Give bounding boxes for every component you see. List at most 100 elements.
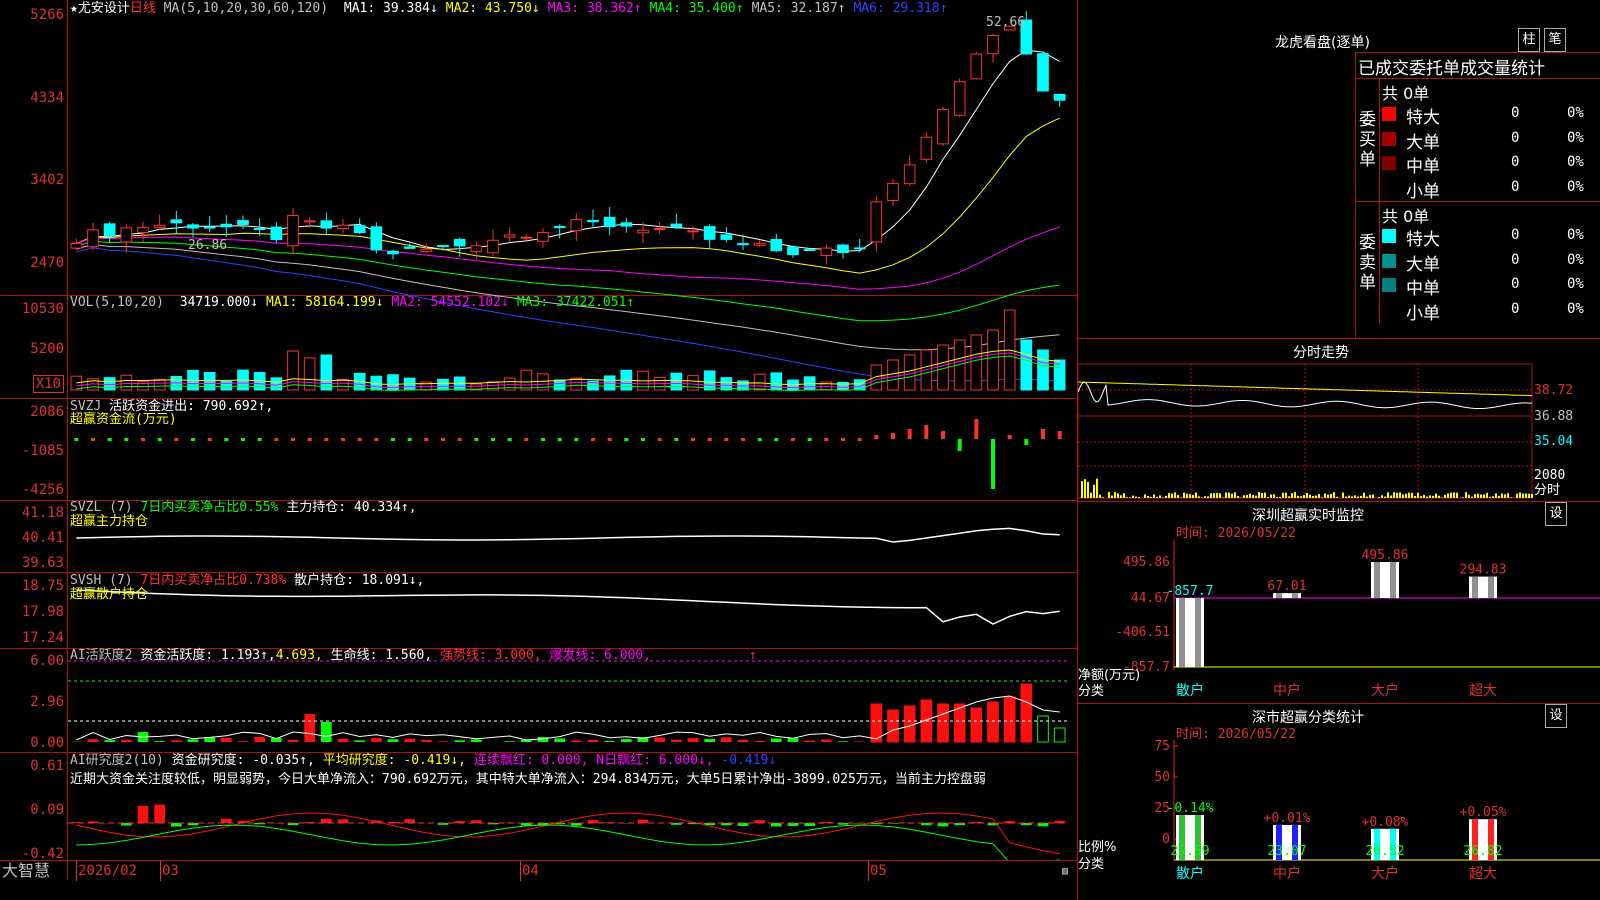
intraday-vol bbox=[1234, 492, 1236, 498]
research-bar bbox=[937, 823, 949, 827]
candle bbox=[753, 242, 766, 246]
axis-label: 75 bbox=[1154, 740, 1170, 754]
data-label: -0.14% bbox=[1167, 801, 1214, 816]
lhb-row: 大单 0 0% bbox=[1382, 128, 1600, 153]
flow-dot bbox=[624, 438, 629, 441]
flow-dot bbox=[157, 438, 162, 441]
indicator-value: 连续飘红: 0.000, bbox=[473, 753, 589, 768]
category-label: 散户 bbox=[1176, 865, 1204, 882]
flow-dot bbox=[707, 438, 712, 441]
row-percent: 0% bbox=[1567, 105, 1584, 121]
date-label: 2026/02 bbox=[78, 863, 138, 879]
intraday-vol bbox=[1159, 495, 1161, 498]
flow-dot bbox=[824, 438, 829, 441]
app-logo: 大智慧 bbox=[2, 861, 51, 880]
intraday-vol bbox=[1306, 492, 1308, 498]
tab-stats[interactable]: 统计 bbox=[1511, 59, 1545, 79]
row-label: 特大 bbox=[1406, 108, 1440, 128]
axis-label: 6.00 bbox=[30, 653, 64, 669]
intraday-vol bbox=[1243, 495, 1245, 498]
intraday-chart[interactable] bbox=[1078, 362, 1600, 500]
intraday-vol bbox=[1507, 493, 1509, 498]
lhb-row: 中单 0 0% bbox=[1382, 274, 1600, 299]
bar-mode-button[interactable]: 柱 bbox=[1518, 28, 1540, 52]
row-value: 0 bbox=[1511, 105, 1520, 121]
tab-filled[interactable]: 已成交 bbox=[1358, 59, 1409, 79]
kline-area[interactable]: 5266 4334 3402 2470 10530 5200 X10 2086 … bbox=[0, 0, 1078, 900]
intraday-vol bbox=[1366, 496, 1368, 498]
legend-item: MA5: 32.187↑ bbox=[751, 1, 846, 16]
intraday-vol bbox=[1264, 492, 1266, 498]
intraday-vol bbox=[1099, 494, 1101, 498]
legend-item: MA2: 43.750↓ bbox=[445, 1, 540, 16]
row-percent: 0% bbox=[1567, 227, 1584, 243]
intraday-vol bbox=[1150, 496, 1152, 498]
lock-icon[interactable]: ▨ bbox=[1062, 864, 1068, 879]
monitor-settings-button[interactable]: 设 bbox=[1545, 502, 1567, 526]
flow-dot bbox=[441, 438, 445, 441]
row-value: 0 bbox=[1511, 300, 1520, 317]
date-label: 04 bbox=[522, 863, 539, 879]
candle bbox=[503, 234, 516, 238]
flow-bar bbox=[941, 431, 945, 439]
flow-dot bbox=[857, 438, 862, 441]
sell-side-label: 委卖单 bbox=[1359, 233, 1376, 293]
low-price-label: 26.86 bbox=[188, 238, 228, 253]
intraday-vol bbox=[1291, 493, 1293, 498]
indicator-value: 生命线: 1.560, bbox=[330, 648, 433, 663]
candle bbox=[770, 239, 783, 252]
intraday-vol bbox=[1201, 497, 1203, 498]
data-label: 495.86 bbox=[1362, 548, 1409, 563]
tab-orders[interactable]: 委托单 bbox=[1409, 59, 1460, 79]
tab-volume[interactable]: 成交量 bbox=[1460, 59, 1511, 79]
intraday-vol bbox=[1378, 497, 1380, 498]
intraday-vol bbox=[1372, 494, 1374, 498]
intraday-vol bbox=[1441, 497, 1443, 498]
intraday-vol bbox=[1429, 495, 1431, 498]
intraday-vol bbox=[1174, 492, 1176, 498]
candle bbox=[387, 250, 399, 255]
intraday-vol bbox=[1348, 495, 1350, 498]
intraday-vol bbox=[1111, 495, 1113, 498]
intraday-vol bbox=[1408, 492, 1410, 498]
intraday-vol bbox=[1093, 484, 1095, 498]
intraday-vol bbox=[1270, 494, 1272, 498]
bar-stripe bbox=[1195, 598, 1201, 667]
divider bbox=[1355, 78, 1600, 79]
intraday-vol bbox=[1153, 494, 1155, 498]
intraday-vol bbox=[1120, 495, 1122, 498]
intraday-vol bbox=[1336, 496, 1338, 498]
axis-label: 41.18 bbox=[21, 505, 64, 521]
axis-label: 17.24 bbox=[21, 630, 64, 646]
axis-label: 分时 bbox=[1534, 483, 1561, 498]
stat-settings-button[interactable]: 设 bbox=[1545, 704, 1567, 728]
flow-dot bbox=[457, 438, 462, 441]
period-label[interactable]: 日线 bbox=[130, 1, 156, 16]
intraday-vol bbox=[1096, 478, 1098, 498]
axis-label: 36.88 bbox=[1534, 409, 1574, 424]
candle bbox=[870, 201, 883, 243]
candle bbox=[403, 246, 416, 249]
legend-item: MA6: 29.318↑ bbox=[853, 1, 948, 16]
activity-bar bbox=[771, 738, 782, 742]
date-label: 05 bbox=[870, 863, 887, 879]
flow-dot bbox=[91, 438, 95, 441]
flow-dot bbox=[307, 438, 312, 441]
tick-mode-button[interactable]: 笔 bbox=[1544, 28, 1566, 52]
bar-stripe bbox=[1472, 576, 1478, 598]
category-label: 大户 bbox=[1371, 682, 1399, 699]
intraday-vol bbox=[1447, 493, 1449, 498]
candle bbox=[970, 53, 983, 80]
color-swatch bbox=[1382, 253, 1396, 268]
flow-dot bbox=[74, 438, 79, 441]
candle bbox=[587, 220, 599, 223]
axis-label: 0 bbox=[1162, 832, 1170, 847]
axis-title: 净额(万元) bbox=[1078, 668, 1141, 683]
intraday-vol bbox=[1510, 497, 1512, 498]
flow-bar bbox=[1024, 439, 1029, 445]
kline-canvas[interactable] bbox=[68, 0, 1077, 860]
monitor-chart: 495.8644.67-406.51-857.7-857.7散户67.01中户4… bbox=[1115, 540, 1600, 699]
intraday-vol bbox=[1276, 497, 1278, 498]
color-swatch bbox=[1382, 107, 1396, 121]
candle bbox=[620, 222, 633, 227]
